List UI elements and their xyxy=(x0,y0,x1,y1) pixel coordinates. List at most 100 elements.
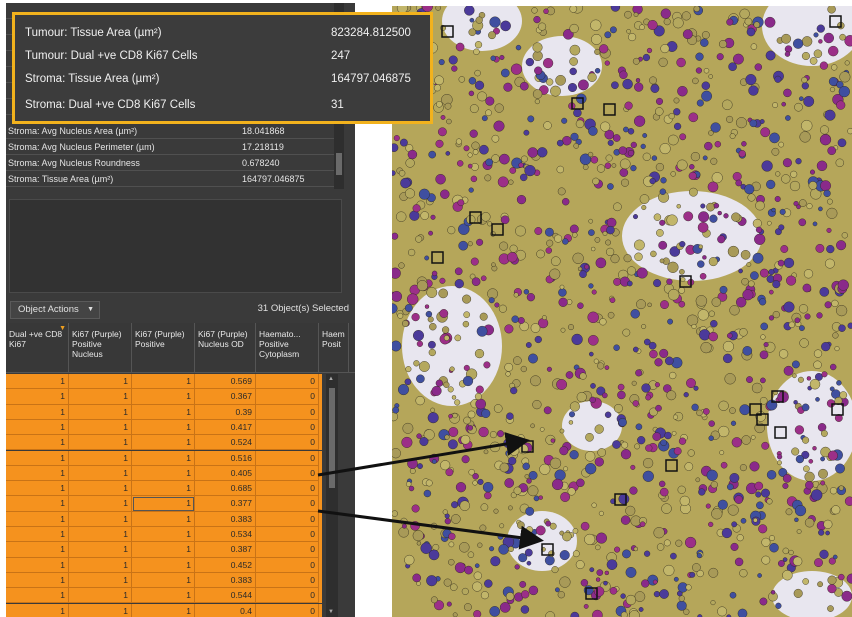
table-cell[interactable]: 0 xyxy=(256,389,319,405)
table-cell[interactable]: 0 xyxy=(256,511,319,527)
table-cell[interactable]: 0 xyxy=(256,481,319,497)
table-cell[interactable]: 1 xyxy=(132,435,195,451)
table-cell[interactable]: 1 xyxy=(132,465,195,482)
table-cell[interactable]: 1 xyxy=(6,496,69,512)
column-header[interactable]: Ki67 (Purple) Positive Nucleus xyxy=(69,323,132,373)
table-cell[interactable]: 1 xyxy=(132,450,195,466)
table-cell[interactable]: 0.405 xyxy=(195,465,256,482)
table-cell[interactable]: 1 xyxy=(132,542,195,558)
table-cell[interactable]: 1 xyxy=(6,511,69,527)
column-header[interactable]: Haemato... Positive Cytoplasm xyxy=(256,323,319,373)
table-cell[interactable]: 1 xyxy=(132,557,195,573)
table-cell[interactable]: 1 xyxy=(69,374,132,390)
column-header[interactable]: Ki67 (Purple) Positive xyxy=(132,323,195,373)
table-row[interactable]: 1 1 1 0.544 0 xyxy=(6,588,322,604)
measurement-row[interactable]: Stroma: Avg Nucleus Area (µm²) 18.041868 xyxy=(6,123,334,139)
table-cell[interactable]: 1 xyxy=(132,389,195,405)
table-cell[interactable]: 1 xyxy=(69,481,132,497)
table-row[interactable]: 1 1 1 0.516 0 xyxy=(6,450,322,466)
table-cell[interactable]: 0.516 xyxy=(195,450,256,466)
table-scrollbar[interactable]: ▲ ▼ xyxy=(326,374,338,617)
table-cell[interactable]: 1 xyxy=(6,435,69,451)
table-cell[interactable]: 0 xyxy=(256,404,319,420)
table-cell[interactable]: 1 xyxy=(6,542,69,558)
table-row[interactable]: 1 1 1 0.405 0 xyxy=(6,465,322,482)
table-cell[interactable]: 0.524 xyxy=(195,435,256,451)
table-cell[interactable]: 1 xyxy=(69,572,132,589)
table-cell[interactable]: 0 xyxy=(256,527,319,543)
table-cell[interactable]: 0.534 xyxy=(195,527,256,543)
table-row[interactable]: 1 1 1 0.569 0 xyxy=(6,374,322,390)
table-cell[interactable]: 0.452 xyxy=(195,557,256,573)
table-row[interactable]: 1 1 1 0.377 0 xyxy=(6,496,322,512)
table-cell[interactable]: 1 xyxy=(6,465,69,482)
table-cell[interactable]: 0.367 xyxy=(195,389,256,405)
table-cell[interactable]: 0.39 xyxy=(195,404,256,420)
table-row[interactable]: 1 1 1 0.534 0 xyxy=(6,527,322,543)
table-cell[interactable]: 1 xyxy=(69,511,132,527)
table-cell[interactable]: 0.387 xyxy=(195,542,256,558)
table-cell[interactable]: 1 xyxy=(6,557,69,573)
measurement-row[interactable]: Stroma: Avg Nucleus Roundness 0.678240 xyxy=(6,155,334,171)
table-cell[interactable]: 0 xyxy=(256,496,319,512)
table-cell[interactable]: 0.569 xyxy=(195,374,256,390)
table-cell[interactable]: 1 xyxy=(132,481,195,497)
table-cell[interactable]: 1 xyxy=(132,527,195,543)
table-cell[interactable]: 0.685 xyxy=(195,481,256,497)
table-cell[interactable]: 1 xyxy=(69,419,132,436)
measurement-row[interactable]: Stroma: Avg Nucleus Perimeter (µm) 17.21… xyxy=(6,139,334,155)
table-cell[interactable]: 0 xyxy=(256,603,319,617)
table-cell[interactable]: 1 xyxy=(69,588,132,604)
table-cell[interactable]: 0 xyxy=(256,435,319,451)
table-cell[interactable]: 1 xyxy=(132,496,195,512)
table-cell[interactable]: 1 xyxy=(132,511,195,527)
table-cell[interactable]: 1 xyxy=(132,404,195,420)
table-cell[interactable]: 1 xyxy=(69,450,132,466)
table-cell[interactable]: 1 xyxy=(69,435,132,451)
table-cell[interactable]: 0 xyxy=(256,588,319,604)
column-header[interactable]: Ki67 (Purple) Nucleus OD xyxy=(195,323,256,373)
table-cell[interactable]: 0 xyxy=(256,450,319,466)
table-cell[interactable]: 0.377 xyxy=(195,496,256,512)
table-row[interactable]: 1 1 1 0.383 0 xyxy=(6,511,322,527)
table-cell[interactable]: 0 xyxy=(256,419,319,436)
table-row[interactable]: 1 1 1 0.383 0 xyxy=(6,572,322,589)
table-row[interactable]: 1 1 1 0.39 0 xyxy=(6,404,322,420)
table-row[interactable]: 1 1 1 0.417 0 xyxy=(6,419,322,436)
table-cell[interactable]: 1 xyxy=(6,588,69,604)
table-cell[interactable]: 0.544 xyxy=(195,588,256,604)
table-cell[interactable]: 1 xyxy=(6,527,69,543)
table-cell[interactable]: 1 xyxy=(132,603,195,617)
table-cell[interactable]: 1 xyxy=(6,603,69,617)
table-row[interactable]: 1 1 1 0.367 0 xyxy=(6,389,322,405)
table-cell[interactable]: 1 xyxy=(69,557,132,573)
scroll-thumb[interactable] xyxy=(329,388,335,488)
table-cell[interactable]: 1 xyxy=(69,389,132,405)
table-row[interactable]: 1 1 1 0.685 0 xyxy=(6,481,322,497)
table-cell[interactable]: 1 xyxy=(132,588,195,604)
table-cell[interactable]: 1 xyxy=(6,419,69,436)
table-cell[interactable]: 0.383 xyxy=(195,572,256,589)
table-cell[interactable]: 1 xyxy=(69,404,132,420)
table-cell[interactable]: 1 xyxy=(132,572,195,589)
table-cell[interactable]: 0 xyxy=(256,572,319,589)
table-cell[interactable]: 1 xyxy=(69,465,132,482)
table-cell[interactable]: 1 xyxy=(69,542,132,558)
table-cell[interactable]: 0 xyxy=(256,557,319,573)
table-cell[interactable]: 1 xyxy=(69,603,132,617)
scroll-down-icon[interactable]: ▼ xyxy=(328,609,334,615)
table-cell[interactable]: 1 xyxy=(69,496,132,512)
table-cell[interactable]: 1 xyxy=(132,374,195,390)
measurement-row[interactable]: Stroma: Tissue Area (µm²) 164797.046875 xyxy=(6,171,334,187)
table-cell[interactable]: 1 xyxy=(6,374,69,390)
table-cell[interactable]: 1 xyxy=(132,419,195,436)
table-cell[interactable]: 1 xyxy=(6,572,69,589)
table-row[interactable]: 1 1 1 0.4 0 xyxy=(6,603,322,617)
table-cell[interactable]: 1 xyxy=(6,481,69,497)
column-header[interactable]: Dual +ve CD8 Ki67 ▼ xyxy=(6,323,69,373)
column-header[interactable]: Haem Posit xyxy=(319,323,349,373)
table-row[interactable]: 1 1 1 0.387 0 xyxy=(6,542,322,558)
histology-image[interactable] xyxy=(392,6,852,617)
table-cell[interactable]: 0.383 xyxy=(195,511,256,527)
table-cell[interactable]: 1 xyxy=(6,450,69,466)
